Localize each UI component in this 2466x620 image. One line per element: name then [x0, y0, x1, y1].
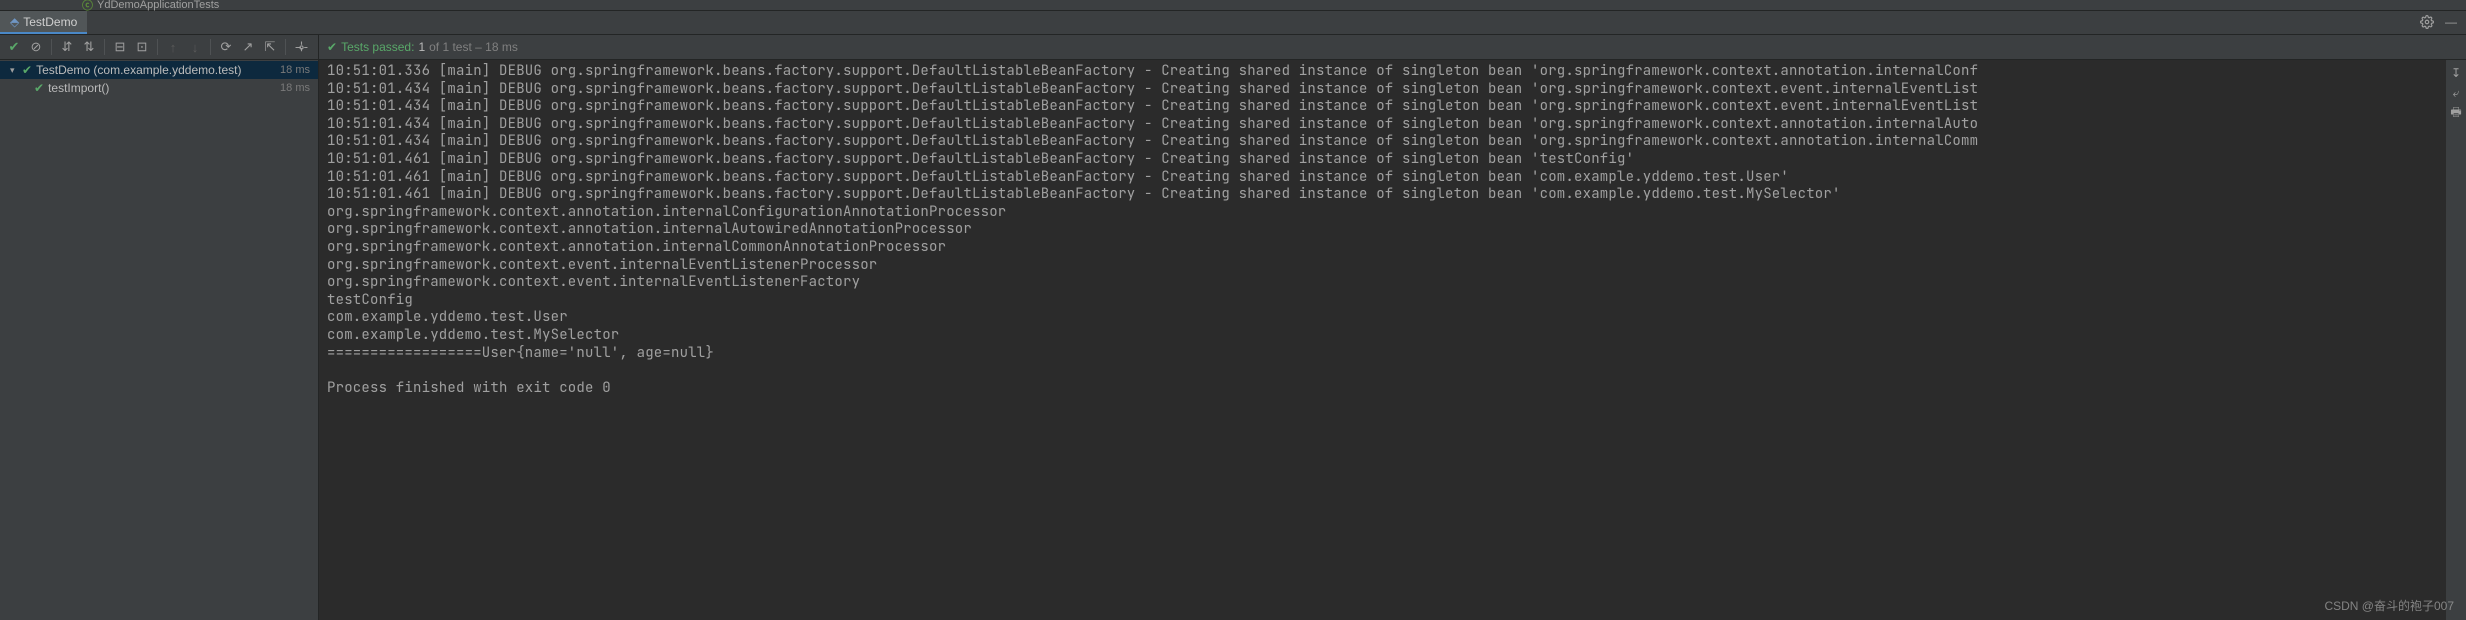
tree-child-label: testImport() [48, 81, 109, 95]
test-status-bar: ✔ Tests passed: 1 of 1 test – 18 ms [319, 35, 2466, 60]
chevron-down-icon: ▾ [10, 65, 20, 76]
print-icon[interactable]: 🖶 [2449, 106, 2463, 120]
import-tests-icon[interactable]: ⟳ [216, 37, 236, 57]
console-vertical-toolbar: ↧ ⤶ 🖶 [2446, 60, 2466, 620]
minimize-icon[interactable]: — [2444, 15, 2458, 29]
prev-failed-icon[interactable]: ↑ [163, 37, 183, 57]
run-tab-testdemo[interactable]: ⬘ TestDemo [0, 11, 87, 34]
gear-icon[interactable] [2420, 15, 2434, 29]
tree-child-time: 18 ms [280, 82, 310, 94]
console-panel: ✔ Tests passed: 1 of 1 test – 18 ms 10:5… [319, 35, 2466, 620]
editor-top-bar: ⓒ YdDemoApplicationTests [0, 0, 2466, 11]
tree-child-row[interactable]: ✔ testImport() 18 ms [0, 79, 318, 97]
status-passed-count: 1 [418, 40, 425, 54]
test-tree: ▾ ✔ TestDemo (com.example.yddemo.test) 1… [0, 60, 318, 620]
check-icon: ✔ [34, 81, 44, 95]
check-icon: ✔ [327, 40, 337, 54]
editor-file-tab-label: YdDemoApplicationTests [97, 0, 219, 11]
sort-down-icon[interactable]: ⇵ [57, 37, 77, 57]
export-tests-icon[interactable]: ↗ [238, 37, 258, 57]
test-settings-icon[interactable] [291, 37, 311, 57]
tree-root-time: 18 ms [280, 64, 310, 76]
tree-root-label: TestDemo (com.example.yddemo.test) [36, 63, 241, 77]
next-failed-icon[interactable]: ↓ [185, 37, 205, 57]
soft-wrap-icon[interactable]: ⤶ [2449, 86, 2463, 100]
show-passed-icon[interactable]: ✔ [4, 37, 24, 57]
junit-icon: ⬘ [10, 15, 19, 29]
run-tab-row: ⬘ TestDemo — [0, 11, 2466, 35]
tree-root-row[interactable]: ▾ ✔ TestDemo (com.example.yddemo.test) 1… [0, 61, 318, 79]
watermark: CSDN @奋斗的袍子007 [2324, 597, 2454, 614]
scroll-to-end-icon[interactable]: ↧ [2449, 66, 2463, 80]
check-icon: ✔ [22, 63, 32, 77]
status-rest: of 1 test – 18 ms [429, 40, 518, 54]
editor-file-tab[interactable]: ⓒ YdDemoApplicationTests [70, 0, 231, 10]
console-output[interactable]: 10:51:01.336 [main] DEBUG org.springfram… [319, 60, 2466, 620]
history-icon[interactable]: ⇱ [260, 37, 280, 57]
show-ignored-icon[interactable]: ⊘ [26, 37, 46, 57]
expand-all-icon[interactable]: ⊟ [110, 37, 130, 57]
sort-alpha-icon[interactable]: ⇅ [79, 37, 99, 57]
run-tab-label: TestDemo [23, 15, 77, 29]
test-toolbar: ✔ ⊘ ⇵ ⇅ ⊟ ⊡ ↑ ↓ ⟳ ↗ ⇱ [0, 35, 318, 60]
test-tree-panel: ✔ ⊘ ⇵ ⇅ ⊟ ⊡ ↑ ↓ ⟳ ↗ ⇱ ▾ ✔ TestDemo (com.… [0, 35, 319, 620]
collapse-all-icon[interactable]: ⊡ [132, 37, 152, 57]
status-prefix: Tests passed: [341, 40, 414, 54]
